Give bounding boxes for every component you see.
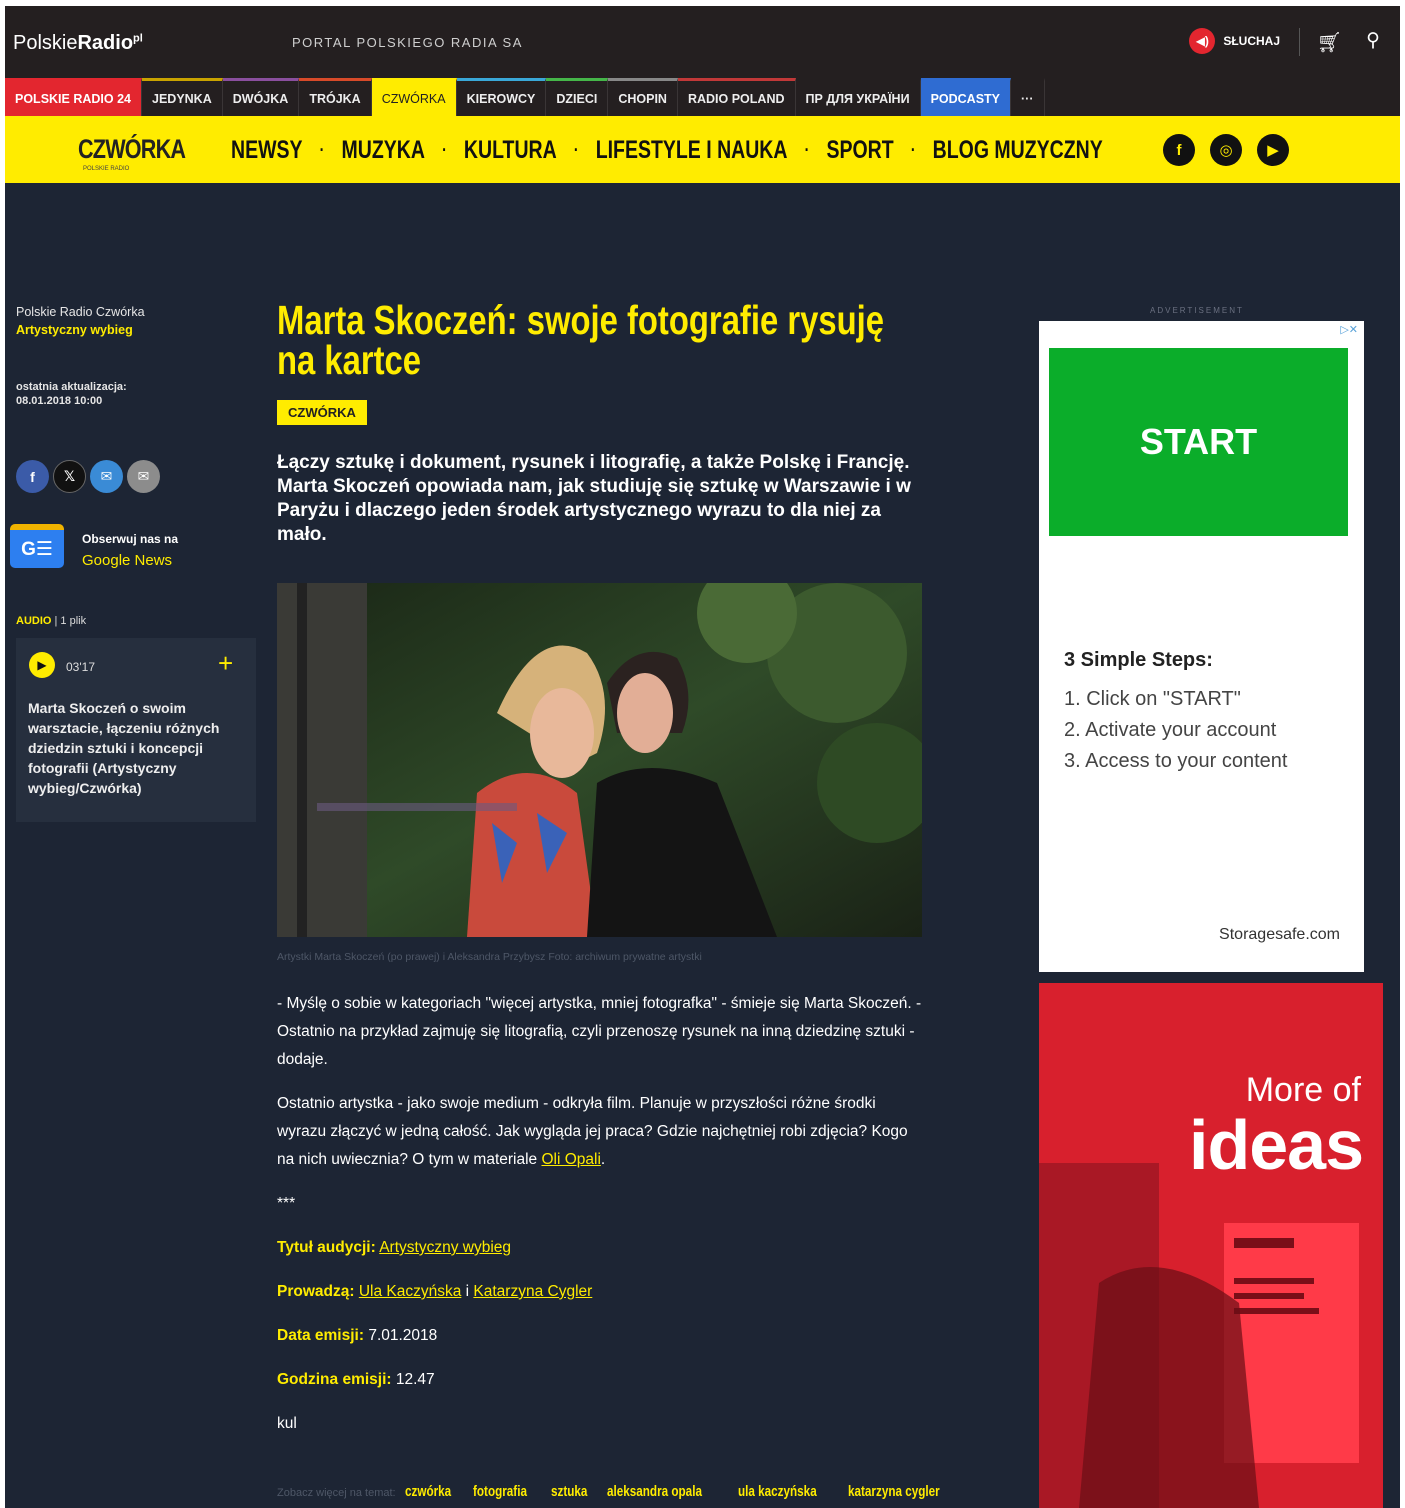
hosts-info: Prowadzą: Ula Kaczyńska i Katarzyna Cygl…	[277, 1283, 593, 1300]
ad-domain: Storagesafe.com	[1219, 926, 1340, 943]
station-kierowcy[interactable]: KIEROWCY	[456, 78, 547, 116]
station-polskie-radio-24[interactable]: POLSKIE RADIO 24	[5, 78, 142, 116]
article: Marta Skoczeń: swoje fotografie rysuję n…	[277, 297, 939, 1500]
breadcrumb[interactable]: Polskie Radio Czwórka	[16, 305, 256, 319]
nav-muzyka[interactable]: MUZYKA	[342, 136, 425, 165]
czworka-logo-sub: POLSKIE RADIO	[83, 166, 130, 172]
photo-image	[277, 583, 922, 937]
section-menu: NEWSY · MUZYKA · KULTURA · LIFESTYLE I NAUK…	[231, 136, 1103, 165]
nav-sport[interactable]: SPORT	[826, 136, 893, 165]
ad-promo[interactable]: More of ideas	[1039, 983, 1383, 1508]
station-dzieci[interactable]: DZIECI	[546, 78, 609, 116]
article-lead: Łączy sztukę i dokument, rysunek i litog…	[277, 452, 911, 545]
station-czworka[interactable]: CZWÓRKA	[371, 78, 457, 116]
author-initials: kul	[277, 1415, 297, 1432]
time-info: Godzina emisji: 12.47	[277, 1371, 435, 1388]
search-icon[interactable]: ⚲	[1366, 29, 1380, 52]
nav-kultura[interactable]: KULTURA	[464, 136, 557, 165]
program-link[interactable]: Artystyczny wybieg	[379, 1239, 511, 1256]
speaker-icon: ◀)	[1189, 28, 1216, 54]
share-email-icon[interactable]: ✉	[127, 460, 160, 493]
add-to-playlist-icon[interactable]: +	[218, 648, 233, 679]
audio-label: AUDIO | 1 plik	[16, 615, 87, 627]
program-info: Tytuł audycji: Artystyczny wybieg	[277, 1239, 512, 1256]
tag-link[interactable]: katarzyna cygler	[848, 1483, 940, 1500]
nav-newsy[interactable]: NEWSY	[231, 136, 303, 165]
social-links: f ◎ ▶	[1163, 134, 1289, 166]
article-title: Marta Skoczeń: swoje fotografie rysuję n…	[277, 297, 884, 383]
share-buttons: f 𝕏 ✉ ✉	[16, 460, 160, 493]
divider	[1299, 28, 1300, 56]
paragraph: Ostatnio artystka - jako swoje medium - …	[277, 1095, 908, 1168]
audio-card: ▶ 03'17 + Marta Skoczeń o swoim warsztac…	[16, 638, 256, 822]
tag-link[interactable]: czwórka	[405, 1483, 451, 1500]
audio-duration: 03'17	[66, 660, 95, 674]
station-chopin[interactable]: CHOPIN	[608, 78, 678, 116]
article-photo	[277, 583, 922, 937]
play-icon[interactable]: ▶	[29, 652, 55, 678]
related-tags: Zobacz więcej na temat: czwórka fotograf…	[277, 1483, 940, 1500]
station-podcasty[interactable]: PODCASTY	[920, 78, 1012, 116]
tag-link[interactable]: aleksandra opala	[607, 1483, 702, 1500]
separator: ***	[277, 1195, 296, 1212]
promo-image	[1039, 983, 1383, 1508]
youtube-icon[interactable]: ▶	[1257, 134, 1289, 166]
station-radio-poland[interactable]: RADIO POLAND	[677, 78, 796, 116]
paragraph: - Myślę o sobie w kategoriach "więcej ar…	[277, 995, 922, 1068]
article-body: - Myślę o sobie w kategoriach "więcej ar…	[277, 990, 922, 1454]
polskieradio-logo[interactable]: PolskieRadiopl	[13, 32, 143, 55]
category-tag[interactable]: CZWÓRKA	[277, 400, 367, 425]
host-link[interactable]: Katarzyna Cygler	[473, 1283, 592, 1300]
instagram-icon[interactable]: ◎	[1210, 134, 1242, 166]
host-link[interactable]: Ula Kaczyńska	[359, 1283, 462, 1300]
tag-link[interactable]: fotografia	[473, 1483, 527, 1500]
top-bar: PolskieRadiopl PORTAL POLSKIEGO RADIA SA…	[5, 6, 1400, 78]
cart-icon[interactable]: 🛒︎	[1317, 30, 1342, 55]
google-news-label: Obserwuj nas na	[82, 532, 179, 546]
czworka-logo[interactable]: CZWÓRKA	[78, 134, 186, 165]
tag-link[interactable]: ula kaczyńska	[738, 1483, 817, 1500]
share-messenger-icon[interactable]: ✉	[90, 460, 123, 493]
listen-button[interactable]: ◀) SŁUCHAJ	[1189, 28, 1280, 54]
section-nav: CZWÓRKA POLSKIE RADIO NEWSY · MUZYKA · KUL…	[5, 116, 1400, 183]
ad-close-icon[interactable]: ▷✕	[1340, 323, 1358, 336]
program-link[interactable]: Artystyczny wybieg	[16, 323, 256, 337]
article-sidebar: Polskie Radio Czwórka Artystyczny wybieg…	[10, 305, 256, 822]
station-dwojka[interactable]: DWÓJKA	[222, 78, 300, 116]
last-update: ostatnia aktualizacja: 08.01.2018 10:00	[16, 381, 127, 407]
date-info: Data emisji: 7.01.2018	[277, 1327, 438, 1344]
stations-nav: POLSKIE RADIO 24 JEDYNKA DWÓJKA TRÓJKA C…	[5, 78, 1400, 116]
station-trojka[interactable]: TRÓJKA	[299, 78, 372, 116]
ad-steps: 3 Simple Steps: 1. Click on "START" 2. A…	[1064, 649, 1288, 772]
share-x-icon[interactable]: 𝕏	[53, 460, 86, 493]
audio-title[interactable]: Marta Skoczeń o swoim warsztacie, łączen…	[28, 698, 248, 798]
google-news-icon: G☰	[10, 524, 64, 568]
google-news-link[interactable]: G☰ Obserwuj nas na Google News	[10, 520, 250, 580]
google-news-title: Google News	[82, 552, 173, 569]
ad-banner[interactable]: ▷✕ START 3 Simple Steps: 1. Click on "ST…	[1039, 321, 1364, 972]
listen-label: SŁUCHAJ	[1223, 34, 1280, 48]
stations-more-button[interactable]: ···	[1011, 78, 1045, 116]
nav-lifestyle[interactable]: LIFESTYLE I NAUKA	[596, 136, 788, 165]
photo-caption: Artystki Marta Skoczeń (po prawej) i Ale…	[277, 951, 702, 963]
author-link[interactable]: Oli Opali	[541, 1151, 600, 1168]
advertisement-label: ADVERTISEMENT	[1150, 306, 1244, 315]
station-jedynka[interactable]: JEDYNKA	[142, 78, 223, 116]
nav-blog[interactable]: BLOG MUZYCZNY	[933, 136, 1103, 165]
tag-link[interactable]: sztuka	[551, 1483, 587, 1500]
promo-ideas: ideas	[1189, 1106, 1364, 1184]
facebook-icon[interactable]: f	[1163, 134, 1195, 166]
portal-title: PORTAL POLSKIEGO RADIA SA	[292, 35, 523, 50]
share-facebook-icon[interactable]: f	[16, 460, 49, 493]
station-ukraine[interactable]: ПР ДЛЯ УКРАЇНИ	[796, 78, 921, 116]
ad-start-button[interactable]: START	[1049, 348, 1348, 536]
